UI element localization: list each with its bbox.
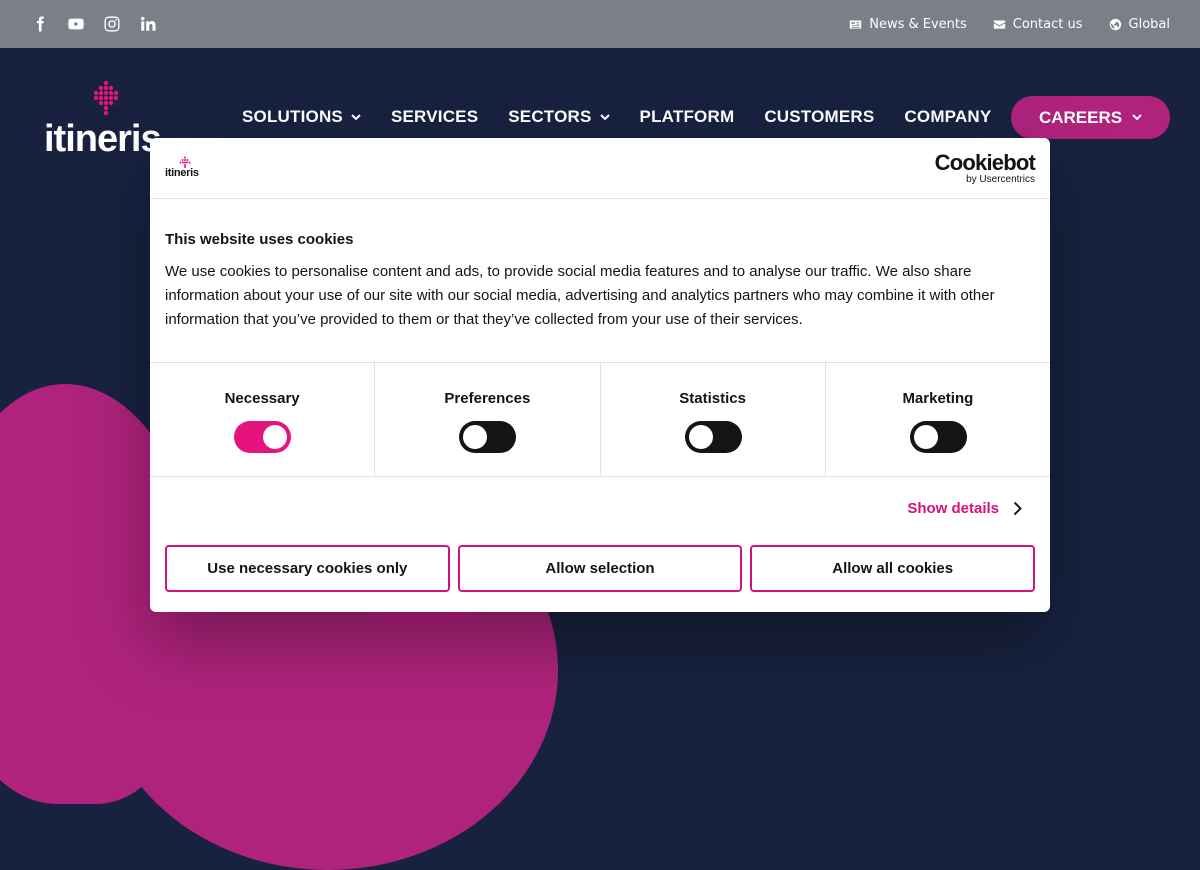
cookiebot-subtitle: by Usercentrics <box>966 174 1035 185</box>
dialog-site-logo: itineris <box>165 156 205 180</box>
global-link[interactable]: Global <box>1109 17 1170 32</box>
cookiebot-wordmark: Cookiebot <box>934 150 1036 175</box>
facebook-icon[interactable] <box>28 12 52 36</box>
category-marketing: Marketing <box>826 363 1050 476</box>
news-events-link[interactable]: News & Events <box>849 17 967 32</box>
dialog-title: This website uses cookies <box>165 231 354 248</box>
globe-icon <box>1109 18 1121 30</box>
logo-mark-icon <box>93 80 119 116</box>
marketing-toggle[interactable] <box>909 421 967 453</box>
category-label: Preferences <box>444 390 531 407</box>
nav-company[interactable]: COMPANY <box>904 107 991 127</box>
chevron-down-icon <box>351 113 361 120</box>
nav-platform-label: PLATFORM <box>639 107 735 126</box>
nav-solutions-label: SOLUTIONS <box>242 107 343 126</box>
chevron-down-icon <box>599 113 610 120</box>
nav-services-label: SERVICES <box>390 107 479 126</box>
instagram-icon[interactable] <box>100 12 124 36</box>
dialog-header: itineris Cookiebot by Usercentrics <box>150 138 1050 199</box>
dialog-description: We use cookies to personalise content an… <box>165 263 995 328</box>
careers-label: CAREERS <box>1038 107 1123 127</box>
show-details-link[interactable]: Show details <box>907 500 1022 517</box>
nav-customers-label: CUSTOMERS <box>764 107 875 126</box>
category-statistics: Statistics <box>601 363 826 476</box>
show-details-label: Show details <box>907 500 999 517</box>
top-bar: News & Events Contact us Global <box>0 0 1200 48</box>
chevron-down-icon <box>1132 114 1142 121</box>
main-nav: SOLUTIONS SERVICES SECTORS PLATFORM CUST… <box>242 96 991 138</box>
utility-links: News & Events Contact us Global <box>849 0 1170 48</box>
consent-buttons: Use necessary cookies only Allow selecti… <box>165 545 1036 592</box>
envelope-icon <box>993 19 1005 29</box>
nav-company-label: COMPANY <box>904 107 992 126</box>
toggle-knob <box>688 425 713 449</box>
nav-platform[interactable]: PLATFORM <box>640 107 735 127</box>
news-events-label: News & Events <box>869 16 967 32</box>
contact-us-label: Contact us <box>1012 16 1083 32</box>
nav-sectors[interactable]: SECTORS <box>508 107 610 127</box>
toggle-knob <box>463 425 488 449</box>
statistics-toggle[interactable] <box>684 421 742 453</box>
newspaper-icon <box>850 19 862 29</box>
contact-us-link[interactable]: Contact us <box>993 17 1083 32</box>
category-preferences: Preferences <box>375 363 601 476</box>
category-label: Statistics <box>679 390 746 407</box>
careers-button[interactable]: CAREERS <box>1011 96 1170 139</box>
youtube-icon[interactable] <box>64 12 88 36</box>
global-label: Global <box>1128 16 1170 32</box>
nav-solutions[interactable]: SOLUTIONS <box>242 107 361 127</box>
category-label: Necessary <box>224 390 300 407</box>
cookie-categories: Necessary Preferences Statistics Marketi… <box>150 362 1050 477</box>
social-links <box>28 12 160 36</box>
toggle-knob <box>913 425 938 449</box>
necessary-toggle[interactable] <box>234 421 292 453</box>
chevron-right-icon <box>1013 501 1022 516</box>
nav-customers[interactable]: CUSTOMERS <box>764 107 874 127</box>
nav-services[interactable]: SERVICES <box>391 107 478 127</box>
logo-text: itineris <box>44 118 162 160</box>
dialog-logo-text: itineris <box>165 167 199 179</box>
category-label: Marketing <box>902 390 974 407</box>
category-necessary: Necessary <box>150 363 376 476</box>
nav-sectors-label: SECTORS <box>508 107 592 126</box>
allow-selection-button[interactable]: Allow selection <box>457 545 743 592</box>
cookie-consent-dialog: itineris Cookiebot by Usercentrics This … <box>150 138 1050 612</box>
allow-all-button[interactable]: Allow all cookies <box>750 545 1036 592</box>
preferences-toggle[interactable] <box>459 421 517 453</box>
toggle-knob <box>263 425 288 449</box>
cookiebot-logo[interactable]: Cookiebot by Usercentrics <box>934 150 1036 186</box>
necessary-only-button[interactable]: Use necessary cookies only <box>165 545 450 592</box>
linkedin-icon[interactable] <box>136 12 160 36</box>
